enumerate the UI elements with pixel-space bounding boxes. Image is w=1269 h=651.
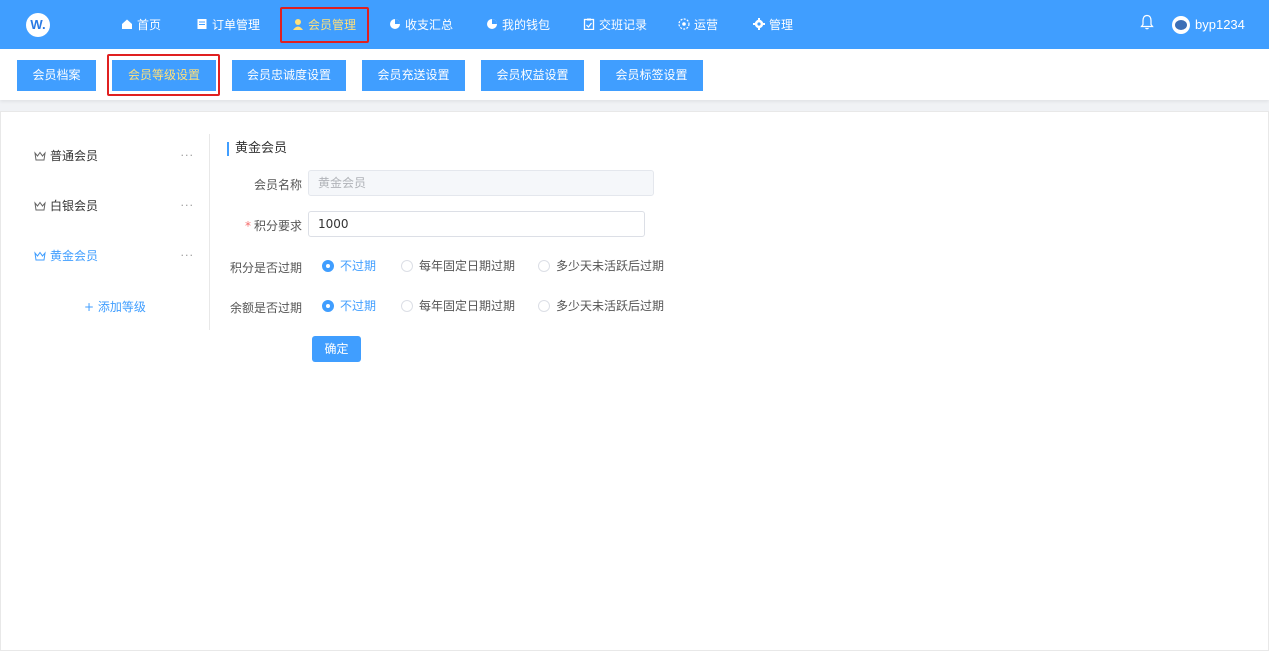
highlight-box-members-nav (280, 7, 369, 43)
gear-icon (753, 18, 765, 30)
avatar[interactable] (1172, 16, 1190, 34)
balance-expire-label: 余额是否过期 (230, 301, 303, 315)
app-logo[interactable]: W. (26, 13, 50, 37)
radio-unchecked-icon (401, 300, 413, 312)
crown-icon (34, 151, 46, 161)
points-expire-option-never[interactable]: 不过期 (322, 259, 376, 273)
level-item-silver[interactable]: 白银会员 ··· (34, 198, 194, 214)
radio-unchecked-icon (538, 260, 550, 272)
points-expire-label: 积分是否过期 (230, 261, 303, 275)
pie-chart-icon (390, 19, 400, 29)
nav-item-home[interactable]: 首页 (121, 16, 161, 34)
nav-item-wallet[interactable]: 我的钱包 (486, 16, 550, 34)
balance-expire-option-inactive-days[interactable]: 多少天未活跃后过期 (538, 299, 664, 313)
top-navigation-bar: W. 首页 订单管理 会员管理 收支汇总 我的钱包 交班记录 运营 管理 byp… (0, 0, 1269, 49)
home-icon (122, 19, 132, 29)
more-options-icon[interactable]: ··· (181, 148, 195, 164)
bell-icon[interactable] (1140, 14, 1154, 30)
required-mark: * (245, 219, 251, 233)
nav-item-shift-records[interactable]: 交班记录 (583, 16, 647, 34)
level-item-regular[interactable]: 普通会员 ··· (34, 148, 194, 164)
balance-expire-option-never[interactable]: 不过期 (322, 299, 376, 313)
document-icon (197, 19, 207, 29)
radio-checked-icon (322, 300, 334, 312)
nav-item-operations[interactable]: 运营 (678, 16, 718, 34)
member-name-label: 会员名称 (254, 178, 303, 192)
crown-icon (34, 201, 46, 211)
radio-checked-icon (322, 260, 334, 272)
form-title: 黄金会员 (227, 142, 287, 156)
balance-expire-option-yearly-fixed-date[interactable]: 每年固定日期过期 (401, 299, 515, 313)
more-options-icon[interactable]: ··· (181, 198, 195, 214)
tab-member-recharge-settings[interactable]: 会员充送设置 (362, 60, 465, 91)
level-item-gold[interactable]: 黄金会员 ··· (34, 248, 194, 264)
points-expire-option-inactive-days[interactable]: 多少天未活跃后过期 (538, 259, 664, 273)
nav-item-income-summary[interactable]: 收支汇总 (389, 16, 453, 34)
tab-member-tags-settings[interactable]: 会员标签设置 (600, 60, 703, 91)
radio-unchecked-icon (401, 260, 413, 272)
nav-item-management[interactable]: 管理 (753, 16, 793, 34)
level-item-label: 黄金会员 (50, 249, 99, 263)
confirm-button[interactable]: 确定 (312, 336, 361, 362)
target-icon (678, 18, 690, 30)
pie-chart-icon (487, 19, 497, 29)
crown-icon (34, 251, 46, 261)
points-expire-option-yearly-fixed-date[interactable]: 每年固定日期过期 (401, 259, 515, 273)
level-item-label: 普通会员 (50, 149, 99, 163)
main-content-card: 普通会员 ··· 白银会员 ··· 黄金会员 ··· + 添加等级 黄金会员 会… (0, 111, 1269, 651)
points-requirement-label: * 积分要求 (245, 219, 303, 233)
username[interactable]: byp1234 (1195, 17, 1245, 32)
more-options-icon[interactable]: ··· (181, 248, 195, 264)
nav-item-orders[interactable]: 订单管理 (196, 16, 260, 34)
level-item-label: 白银会员 (50, 199, 99, 213)
member-name-input[interactable]: 黄金会员 (308, 170, 654, 196)
points-requirement-input[interactable]: 1000 (308, 211, 645, 237)
clipboard-icon (583, 18, 595, 30)
tab-member-loyalty-settings[interactable]: 会员忠诚度设置 (232, 60, 346, 91)
add-level-button[interactable]: + 添加等级 (84, 298, 146, 315)
vertical-divider (209, 134, 210, 330)
tab-member-archive[interactable]: 会员档案 (17, 60, 96, 91)
radio-unchecked-icon (538, 300, 550, 312)
sub-navigation: 会员档案 会员等级设置 会员忠诚度设置 会员充送设置 会员权益设置 会员标签设置 (0, 49, 1269, 100)
tab-member-benefits-settings[interactable]: 会员权益设置 (481, 60, 584, 91)
highlight-box-level-settings-tab (107, 54, 220, 96)
